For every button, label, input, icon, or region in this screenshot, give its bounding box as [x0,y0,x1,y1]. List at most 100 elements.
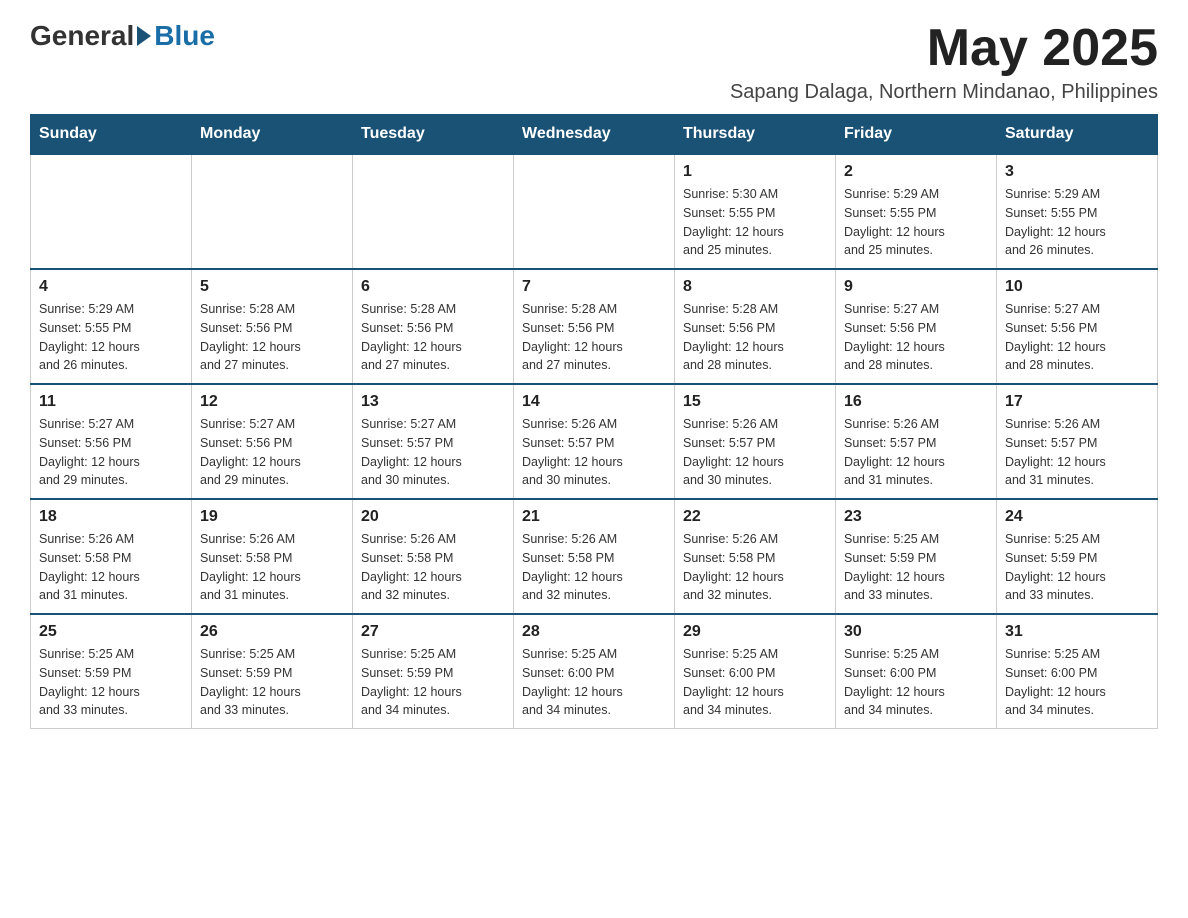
day-number: 23 [844,508,988,526]
day-cell: 18 Sunrise: 5:26 AM Sunset: 5:58 PM Dayli… [31,499,192,614]
weekday-header-sunday: Sunday [31,115,192,155]
weekday-header-thursday: Thursday [675,115,836,155]
day-info: Sunrise: 5:29 AM Sunset: 5:55 PM Dayligh… [1005,185,1149,260]
day-cell: 21 Sunrise: 5:26 AM Sunset: 5:58 PM Dayli… [514,499,675,614]
day-number: 21 [522,508,666,526]
day-info: Sunrise: 5:25 AM Sunset: 5:59 PM Dayligh… [361,645,505,720]
week-row-2: 4 Sunrise: 5:29 AM Sunset: 5:55 PM Daylig… [31,269,1158,384]
day-number: 31 [1005,623,1149,641]
day-cell: 1Sunrise: 5:30 AM Sunset: 5:55 PM Daylig… [675,154,836,269]
day-cell: 25 Sunrise: 5:25 AM Sunset: 5:59 PM Dayli… [31,614,192,729]
week-row-3: 11 Sunrise: 5:27 AM Sunset: 5:56 PM Dayli… [31,384,1158,499]
page-header: General Blue May 2025 Sapang Dalaga, Nor… [30,20,1158,104]
day-cell: 13 Sunrise: 5:27 AM Sunset: 5:57 PM Dayli… [353,384,514,499]
day-number: 12 [200,393,344,411]
calendar-table: SundayMondayTuesdayWednesdayThursdayFrid… [30,114,1158,729]
days-of-week-row: SundayMondayTuesdayWednesdayThursdayFrid… [31,115,1158,155]
day-cell [192,154,353,269]
day-cell: 20 Sunrise: 5:26 AM Sunset: 5:58 PM Dayli… [353,499,514,614]
day-info: Sunrise: 5:26 AM Sunset: 5:57 PM Dayligh… [844,415,988,490]
day-cell: 3 Sunrise: 5:29 AM Sunset: 5:55 PM Daylig… [997,154,1158,269]
day-number: 10 [1005,278,1149,296]
calendar-body: 1Sunrise: 5:30 AM Sunset: 5:55 PM Daylig… [31,154,1158,729]
day-info: Sunrise: 5:26 AM Sunset: 5:57 PM Dayligh… [522,415,666,490]
day-cell: 16 Sunrise: 5:26 AM Sunset: 5:57 PM Dayli… [836,384,997,499]
day-info: Sunrise: 5:28 AM Sunset: 5:56 PM Dayligh… [522,300,666,375]
day-info: Sunrise: 5:28 AM Sunset: 5:56 PM Dayligh… [683,300,827,375]
day-number: 20 [361,508,505,526]
day-number: 22 [683,508,827,526]
day-info: Sunrise: 5:29 AM Sunset: 5:55 PM Dayligh… [39,300,183,375]
logo-general: General [30,20,134,52]
logo: General Blue [30,20,215,52]
day-cell: 30Sunrise: 5:25 AM Sunset: 6:00 PM Dayli… [836,614,997,729]
weekday-header-wednesday: Wednesday [514,115,675,155]
day-info: Sunrise: 5:27 AM Sunset: 5:56 PM Dayligh… [1005,300,1149,375]
location-title: Sapang Dalaga, Northern Mindanao, Philip… [730,81,1158,104]
day-cell: 31Sunrise: 5:25 AM Sunset: 6:00 PM Dayli… [997,614,1158,729]
day-number: 6 [361,278,505,296]
day-number: 25 [39,623,183,641]
day-number: 3 [1005,163,1149,181]
day-info: Sunrise: 5:26 AM Sunset: 5:58 PM Dayligh… [522,530,666,605]
calendar-header: SundayMondayTuesdayWednesdayThursdayFrid… [31,115,1158,155]
day-number: 1 [683,163,827,181]
day-cell: 9 Sunrise: 5:27 AM Sunset: 5:56 PM Daylig… [836,269,997,384]
day-number: 27 [361,623,505,641]
day-number: 16 [844,393,988,411]
day-cell: 10 Sunrise: 5:27 AM Sunset: 5:56 PM Dayli… [997,269,1158,384]
day-info: Sunrise: 5:27 AM Sunset: 5:56 PM Dayligh… [200,415,344,490]
day-cell [514,154,675,269]
day-info: Sunrise: 5:25 AM Sunset: 6:00 PM Dayligh… [683,645,827,720]
day-info: Sunrise: 5:27 AM Sunset: 5:57 PM Dayligh… [361,415,505,490]
day-info: Sunrise: 5:26 AM Sunset: 5:58 PM Dayligh… [361,530,505,605]
day-info: Sunrise: 5:25 AM Sunset: 5:59 PM Dayligh… [844,530,988,605]
day-number: 13 [361,393,505,411]
day-cell: 4 Sunrise: 5:29 AM Sunset: 5:55 PM Daylig… [31,269,192,384]
weekday-header-monday: Monday [192,115,353,155]
day-number: 30 [844,623,988,641]
day-info: Sunrise: 5:27 AM Sunset: 5:56 PM Dayligh… [844,300,988,375]
day-info: Sunrise: 5:27 AM Sunset: 5:56 PM Dayligh… [39,415,183,490]
day-number: 11 [39,393,183,411]
day-number: 18 [39,508,183,526]
day-number: 9 [844,278,988,296]
day-cell: 23 Sunrise: 5:25 AM Sunset: 5:59 PM Dayli… [836,499,997,614]
day-info: Sunrise: 5:26 AM Sunset: 5:58 PM Dayligh… [200,530,344,605]
day-number: 4 [39,278,183,296]
day-cell: 28Sunrise: 5:25 AM Sunset: 6:00 PM Dayli… [514,614,675,729]
day-cell: 15 Sunrise: 5:26 AM Sunset: 5:57 PM Dayli… [675,384,836,499]
day-cell: 27 Sunrise: 5:25 AM Sunset: 5:59 PM Dayli… [353,614,514,729]
weekday-header-saturday: Saturday [997,115,1158,155]
day-number: 7 [522,278,666,296]
weekday-header-tuesday: Tuesday [353,115,514,155]
day-cell: 12 Sunrise: 5:27 AM Sunset: 5:56 PM Dayli… [192,384,353,499]
day-info: Sunrise: 5:28 AM Sunset: 5:56 PM Dayligh… [361,300,505,375]
day-cell: 24Sunrise: 5:25 AM Sunset: 5:59 PM Dayli… [997,499,1158,614]
week-row-1: 1Sunrise: 5:30 AM Sunset: 5:55 PM Daylig… [31,154,1158,269]
logo-blue: Blue [154,20,215,52]
day-cell: 11 Sunrise: 5:27 AM Sunset: 5:56 PM Dayli… [31,384,192,499]
weekday-header-friday: Friday [836,115,997,155]
day-info: Sunrise: 5:26 AM Sunset: 5:58 PM Dayligh… [39,530,183,605]
day-info: Sunrise: 5:28 AM Sunset: 5:56 PM Dayligh… [200,300,344,375]
day-number: 2 [844,163,988,181]
day-cell: 14Sunrise: 5:26 AM Sunset: 5:57 PM Dayli… [514,384,675,499]
day-info: Sunrise: 5:26 AM Sunset: 5:57 PM Dayligh… [683,415,827,490]
day-cell: 8Sunrise: 5:28 AM Sunset: 5:56 PM Daylig… [675,269,836,384]
day-cell: 7 Sunrise: 5:28 AM Sunset: 5:56 PM Daylig… [514,269,675,384]
day-cell: 5Sunrise: 5:28 AM Sunset: 5:56 PM Daylig… [192,269,353,384]
day-number: 24 [1005,508,1149,526]
day-number: 15 [683,393,827,411]
day-cell: 19Sunrise: 5:26 AM Sunset: 5:58 PM Dayli… [192,499,353,614]
day-info: Sunrise: 5:25 AM Sunset: 5:59 PM Dayligh… [39,645,183,720]
day-number: 26 [200,623,344,641]
day-number: 29 [683,623,827,641]
week-row-5: 25 Sunrise: 5:25 AM Sunset: 5:59 PM Dayli… [31,614,1158,729]
day-number: 28 [522,623,666,641]
day-cell: 6 Sunrise: 5:28 AM Sunset: 5:56 PM Daylig… [353,269,514,384]
day-info: Sunrise: 5:29 AM Sunset: 5:55 PM Dayligh… [844,185,988,260]
day-cell: 22Sunrise: 5:26 AM Sunset: 5:58 PM Dayli… [675,499,836,614]
day-cell [31,154,192,269]
logo-arrow-icon [137,26,151,46]
